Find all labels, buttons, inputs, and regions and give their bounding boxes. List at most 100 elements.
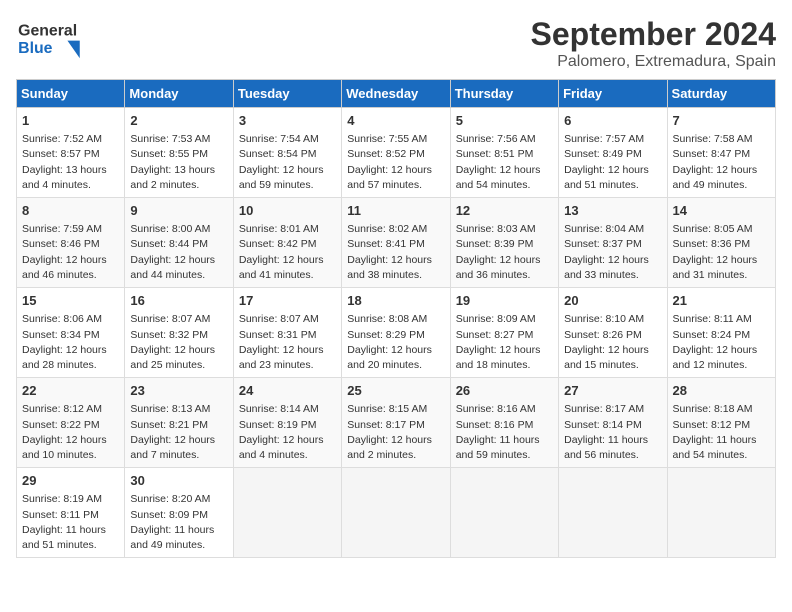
logo-svg: General Blue xyxy=(16,16,96,60)
logo: General Blue xyxy=(16,16,96,60)
day-info: Sunrise: 8:13 AMSunset: 8:21 PMDaylight:… xyxy=(130,402,227,463)
day-info: Sunrise: 8:12 AMSunset: 8:22 PMDaylight:… xyxy=(22,402,119,463)
calendar-cell: 25Sunrise: 8:15 AMSunset: 8:17 PMDayligh… xyxy=(342,378,450,468)
calendar-cell: 5 Sunrise: 7:56 AMSunset: 8:51 PMDaylight… xyxy=(450,108,558,198)
day-info: Sunrise: 8:00 AMSunset: 8:44 PMDaylight:… xyxy=(130,222,227,283)
calendar-cell: 26 Sunrise: 8:16 AMSunset: 8:16 PMDayligh… xyxy=(450,378,558,468)
calendar-cell: 2Sunrise: 7:53 AMSunset: 8:55 PMDaylight… xyxy=(125,108,233,198)
calendar-cell xyxy=(342,468,450,558)
page-header: General Blue September 2024 Palomero, Ex… xyxy=(16,16,776,71)
day-info: Sunrise: 7:52 AMSunset: 8:57 PMDaylight:… xyxy=(22,132,119,193)
calendar-cell xyxy=(450,468,558,558)
day-info: Sunrise: 8:03 AMSunset: 8:39 PMDaylight:… xyxy=(456,222,553,283)
day-info: Sunrise: 8:07 AMSunset: 8:31 PMDaylight:… xyxy=(239,312,336,373)
day-info: Sunrise: 7:55 AMSunset: 8:52 PMDaylight:… xyxy=(347,132,444,193)
calendar-cell xyxy=(233,468,341,558)
page-subtitle: Palomero, Extremadura, Spain xyxy=(531,53,776,71)
day-info: Sunrise: 8:11 AMSunset: 8:24 PMDaylight:… xyxy=(673,312,770,373)
calendar-cell: 11 Sunrise: 8:02 AMSunset: 8:41 PMDayligh… xyxy=(342,198,450,288)
calendar-week-1: 1 Sunrise: 7:52 AMSunset: 8:57 PMDaylight… xyxy=(17,108,776,198)
day-info: Sunrise: 8:18 AMSunset: 8:12 PMDaylight:… xyxy=(673,402,770,463)
calendar-cell: 17 Sunrise: 8:07 AMSunset: 8:31 PMDayligh… xyxy=(233,288,341,378)
day-number: 24 xyxy=(239,382,336,400)
weekday-header-thursday: Thursday xyxy=(450,80,558,108)
day-info: Sunrise: 8:19 AMSunset: 8:11 PMDaylight:… xyxy=(22,492,119,553)
day-info: Sunrise: 8:14 AMSunset: 8:19 PMDaylight:… xyxy=(239,402,336,463)
day-number: 27 xyxy=(564,382,661,400)
calendar-cell: 1 Sunrise: 7:52 AMSunset: 8:57 PMDaylight… xyxy=(17,108,125,198)
day-number: 1 xyxy=(22,112,119,130)
calendar-week-5: 29 Sunrise: 8:19 AMSunset: 8:11 PMDayligh… xyxy=(17,468,776,558)
calendar-cell: 24 Sunrise: 8:14 AMSunset: 8:19 PMDayligh… xyxy=(233,378,341,468)
day-number: 7 xyxy=(673,112,770,130)
day-info: Sunrise: 7:56 AMSunset: 8:51 PMDaylight:… xyxy=(456,132,553,193)
day-number: 8 xyxy=(22,202,119,220)
calendar-cell: 13 Sunrise: 8:04 AMSunset: 8:37 PMDayligh… xyxy=(559,198,667,288)
calendar-cell: 15Sunrise: 8:06 AMSunset: 8:34 PMDayligh… xyxy=(17,288,125,378)
day-number: 21 xyxy=(673,292,770,310)
day-number: 28 xyxy=(673,382,770,400)
calendar-cell: 20 Sunrise: 8:10 AMSunset: 8:26 PMDayligh… xyxy=(559,288,667,378)
calendar-cell: 27 Sunrise: 8:17 AMSunset: 8:14 PMDayligh… xyxy=(559,378,667,468)
day-info: Sunrise: 8:09 AMSunset: 8:27 PMDaylight:… xyxy=(456,312,553,373)
day-number: 11 xyxy=(347,202,444,220)
calendar-cell: 4 Sunrise: 7:55 AMSunset: 8:52 PMDaylight… xyxy=(342,108,450,198)
weekday-header-friday: Friday xyxy=(559,80,667,108)
calendar-table: SundayMondayTuesdayWednesdayThursdayFrid… xyxy=(16,79,776,558)
day-number: 4 xyxy=(347,112,444,130)
day-number: 16 xyxy=(130,292,227,310)
day-info: Sunrise: 8:02 AMSunset: 8:41 PMDaylight:… xyxy=(347,222,444,283)
calendar-cell: 7Sunrise: 7:58 AMSunset: 8:47 PMDaylight… xyxy=(667,108,775,198)
weekday-header-saturday: Saturday xyxy=(667,80,775,108)
page-title: September 2024 xyxy=(531,16,776,53)
day-info: Sunrise: 8:04 AMSunset: 8:37 PMDaylight:… xyxy=(564,222,661,283)
day-number: 17 xyxy=(239,292,336,310)
day-number: 6 xyxy=(564,112,661,130)
day-info: Sunrise: 8:07 AMSunset: 8:32 PMDaylight:… xyxy=(130,312,227,373)
calendar-cell: 14 Sunrise: 8:05 AMSunset: 8:36 PMDayligh… xyxy=(667,198,775,288)
day-number: 26 xyxy=(456,382,553,400)
day-number: 9 xyxy=(130,202,227,220)
weekday-header-sunday: Sunday xyxy=(17,80,125,108)
day-info: Sunrise: 8:17 AMSunset: 8:14 PMDaylight:… xyxy=(564,402,661,463)
calendar-cell xyxy=(559,468,667,558)
calendar-week-2: 8 Sunrise: 7:59 AMSunset: 8:46 PMDaylight… xyxy=(17,198,776,288)
day-number: 20 xyxy=(564,292,661,310)
calendar-cell: 3 Sunrise: 7:54 AMSunset: 8:54 PMDaylight… xyxy=(233,108,341,198)
day-info: Sunrise: 8:20 AMSunset: 8:09 PMDaylight:… xyxy=(130,492,227,553)
calendar-cell: 18 Sunrise: 8:08 AMSunset: 8:29 PMDayligh… xyxy=(342,288,450,378)
day-number: 30 xyxy=(130,472,227,490)
svg-text:General: General xyxy=(18,22,77,39)
day-number: 29 xyxy=(22,472,119,490)
day-number: 23 xyxy=(130,382,227,400)
svg-text:Blue: Blue xyxy=(18,40,52,57)
calendar-week-4: 22Sunrise: 8:12 AMSunset: 8:22 PMDayligh… xyxy=(17,378,776,468)
day-info: Sunrise: 7:59 AMSunset: 8:46 PMDaylight:… xyxy=(22,222,119,283)
day-number: 3 xyxy=(239,112,336,130)
day-number: 10 xyxy=(239,202,336,220)
day-info: Sunrise: 8:05 AMSunset: 8:36 PMDaylight:… xyxy=(673,222,770,283)
calendar-cell: 28 Sunrise: 8:18 AMSunset: 8:12 PMDayligh… xyxy=(667,378,775,468)
day-number: 5 xyxy=(456,112,553,130)
day-info: Sunrise: 7:54 AMSunset: 8:54 PMDaylight:… xyxy=(239,132,336,193)
calendar-cell: 16 Sunrise: 8:07 AMSunset: 8:32 PMDayligh… xyxy=(125,288,233,378)
day-number: 19 xyxy=(456,292,553,310)
calendar-header-row: SundayMondayTuesdayWednesdayThursdayFrid… xyxy=(17,80,776,108)
calendar-cell: 9 Sunrise: 8:00 AMSunset: 8:44 PMDaylight… xyxy=(125,198,233,288)
day-info: Sunrise: 8:06 AMSunset: 8:34 PMDaylight:… xyxy=(22,312,119,373)
day-number: 14 xyxy=(673,202,770,220)
day-number: 25 xyxy=(347,382,444,400)
day-info: Sunrise: 8:08 AMSunset: 8:29 PMDaylight:… xyxy=(347,312,444,373)
day-info: Sunrise: 8:10 AMSunset: 8:26 PMDaylight:… xyxy=(564,312,661,373)
weekday-header-monday: Monday xyxy=(125,80,233,108)
calendar-cell: 8 Sunrise: 7:59 AMSunset: 8:46 PMDaylight… xyxy=(17,198,125,288)
calendar-cell: 19 Sunrise: 8:09 AMSunset: 8:27 PMDayligh… xyxy=(450,288,558,378)
weekday-header-wednesday: Wednesday xyxy=(342,80,450,108)
calendar-cell: 30 Sunrise: 8:20 AMSunset: 8:09 PMDayligh… xyxy=(125,468,233,558)
day-number: 13 xyxy=(564,202,661,220)
day-number: 18 xyxy=(347,292,444,310)
day-number: 2 xyxy=(130,112,227,130)
day-info: Sunrise: 8:16 AMSunset: 8:16 PMDaylight:… xyxy=(456,402,553,463)
title-block: September 2024 Palomero, Extremadura, Sp… xyxy=(531,16,776,71)
day-info: Sunrise: 8:01 AMSunset: 8:42 PMDaylight:… xyxy=(239,222,336,283)
